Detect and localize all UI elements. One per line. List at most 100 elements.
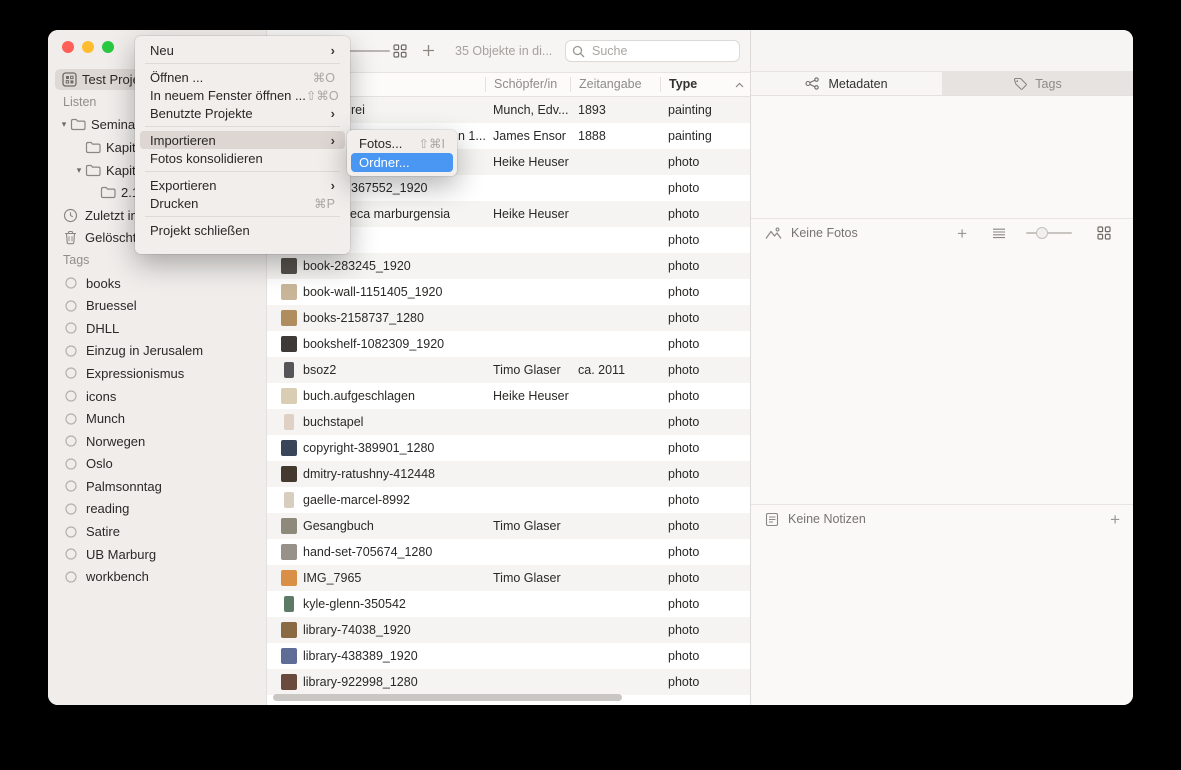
type-cell: photo: [660, 675, 750, 689]
menu-item-neu[interactable]: Neu›: [140, 41, 345, 59]
name-cell: gaelle-marcel-8992: [267, 492, 485, 508]
thumbnail: [284, 362, 294, 378]
type-cell: photo: [660, 493, 750, 507]
sidebar-tag-munch[interactable]: Munch: [48, 407, 266, 430]
thumbnail: [281, 674, 297, 690]
menu-item-projekt-schlie-en[interactable]: Projekt schließen: [140, 221, 345, 239]
disclosure-triangle-icon[interactable]: ▾: [73, 165, 85, 176]
table-row-books-2158737-1280[interactable]: books-2158737_1280photo: [267, 305, 750, 331]
menu-item-fotos-konsolidieren[interactable]: Fotos konsolidieren: [140, 149, 345, 167]
close-button[interactable]: [62, 41, 74, 53]
table-row-bsoz2[interactable]: bsoz2Timo Glaserca. 2011photo: [267, 357, 750, 383]
table-row-book-283245-1920[interactable]: book-283245_1920photo: [267, 253, 750, 279]
creator-cell: Heike Heuser: [485, 155, 570, 169]
sidebar-tag-icons[interactable]: icons: [48, 385, 266, 408]
object-name: kyle-glenn-350542: [303, 597, 406, 611]
table-row-dmitry-ratushny-412448[interactable]: dmitry-ratushny-412448photo: [267, 461, 750, 487]
menu-item-drucken[interactable]: Drucken⌘P: [140, 194, 345, 212]
slider-knob[interactable]: [1036, 227, 1048, 239]
table-row-hand-set-705674-1280[interactable]: hand-set-705674_1280photo: [267, 539, 750, 565]
desktop: { "colors":{"accent_blue":"#4A97F3","men…: [0, 0, 1181, 770]
object-name: bsoz2: [303, 363, 336, 377]
menu-item-importieren[interactable]: Importieren›: [140, 131, 345, 149]
grid-view-small-icon[interactable]: [1097, 226, 1111, 240]
sidebar-tag-palmsonntag[interactable]: Palmsonntag: [48, 475, 266, 498]
sidebar-tag-label: Oslo: [86, 456, 113, 471]
thumbnail: [281, 258, 297, 274]
tab-tags[interactable]: Tags: [942, 72, 1133, 95]
search-field[interactable]: [565, 40, 740, 62]
sidebar-tag-norwegen[interactable]: Norwegen: [48, 430, 266, 453]
tag-circle-icon: [65, 322, 77, 334]
table-row-library-74038-1920[interactable]: library-74038_1920photo: [267, 617, 750, 643]
date-cell: 1888: [570, 129, 660, 143]
thumbnail-size-slider[interactable]: [1026, 232, 1072, 234]
object-name: library-74038_1920: [303, 623, 411, 637]
add-note-button[interactable]: +: [1110, 511, 1120, 528]
menu-item-label: Neu: [150, 43, 331, 58]
date-cell: 1893: [570, 103, 660, 117]
table-row-bookshelf-1082309-1920[interactable]: bookshelf-1082309_1920photo: [267, 331, 750, 357]
add-photo-button[interactable]: +: [957, 225, 967, 242]
submenu-item-fotos[interactable]: Fotos...⇧⌘I: [351, 134, 453, 153]
object-name: n 1...: [458, 129, 485, 143]
menu-item-exportieren[interactable]: Exportieren›: [140, 176, 345, 194]
sidebar-tag-workbench[interactable]: workbench: [48, 565, 266, 588]
type-cell: photo: [660, 337, 750, 351]
table-row-gesangbuch[interactable]: GesangbuchTimo Glaserphoto: [267, 513, 750, 539]
tag-circle-icon: [65, 390, 77, 402]
sidebar-tag-ub-marburg[interactable]: UB Marburg: [48, 543, 266, 566]
sidebar-tag-expressionismus[interactable]: Expressionismus: [48, 362, 266, 385]
type-cell: photo: [660, 233, 750, 247]
zoom-button[interactable]: [102, 41, 114, 53]
sidebar-tag-label: workbench: [86, 569, 149, 584]
search-input[interactable]: [590, 43, 733, 59]
object-name: IMG_7965: [303, 571, 361, 585]
column-header-type[interactable]: Type: [660, 77, 750, 92]
horizontal-scrollbar[interactable]: [273, 694, 622, 701]
tab-metadaten[interactable]: Metadaten: [751, 72, 942, 95]
sidebar-tag-satire[interactable]: Satire: [48, 520, 266, 543]
sidebar-tag-reading[interactable]: reading: [48, 498, 266, 521]
grid-view-icon[interactable]: [393, 44, 407, 58]
column-header-date[interactable]: Zeitangabe: [570, 77, 660, 92]
table-row-kyle-glenn-350542[interactable]: kyle-glenn-350542photo: [267, 591, 750, 617]
notes-empty-label: Keine Notizen: [788, 512, 866, 526]
object-name: Gesangbuch: [303, 519, 374, 533]
type-cell: photo: [660, 363, 750, 377]
name-cell: hand-set-705674_1280: [267, 544, 485, 560]
menu-separator: [145, 126, 340, 127]
sidebar-tag-einzug-in-jerusalem[interactable]: Einzug in Jerusalem: [48, 340, 266, 363]
table-row-buchstapel[interactable]: buchstapelphoto: [267, 409, 750, 435]
table-row-buch-aufgeschlagen[interactable]: buch.aufgeschlagenHeike Heuserphoto: [267, 383, 750, 409]
menu-item-shortcut: ⇧⌘O: [306, 88, 339, 103]
list-view-icon[interactable]: [992, 228, 1006, 239]
thumbnail: [281, 336, 297, 352]
table-row-book-wall-1151405-1920[interactable]: book-wall-1151405_1920photo: [267, 279, 750, 305]
menu-item-benutzte-projekte[interactable]: Benutzte Projekte›: [140, 104, 345, 122]
add-object-button[interactable]: [422, 44, 435, 57]
thumbnail: [281, 570, 297, 586]
tag-circle-icon: [65, 300, 77, 312]
sidebar-tag-oslo[interactable]: Oslo: [48, 453, 266, 476]
table-row-gaelle-marcel-8992[interactable]: gaelle-marcel-8992 photo: [267, 487, 750, 513]
sidebar-tag-bruessel[interactable]: Bruessel: [48, 294, 266, 317]
menu-item-ffnen[interactable]: Öffnen ...⌘O: [140, 68, 345, 86]
object-name: rei: [351, 103, 365, 117]
minimize-button[interactable]: [82, 41, 94, 53]
menu-item-in-neuem-fenster-ffnen[interactable]: In neuem Fenster öffnen ...⇧⌘O: [140, 86, 345, 104]
sidebar-tag-dhll[interactable]: DHLL: [48, 317, 266, 340]
object-name: hand-set-705674_1280: [303, 545, 432, 559]
object-name: library-438389_1920: [303, 649, 418, 663]
disclosure-triangle-icon[interactable]: ▾: [58, 119, 70, 130]
thumbnail: [281, 466, 297, 482]
column-header-creator[interactable]: Schöpfer/in: [485, 77, 570, 92]
table-row-img-7965[interactable]: IMG_7965Timo Glaserphoto: [267, 565, 750, 591]
submenu-item-ordner[interactable]: Ordner...: [351, 153, 453, 172]
table-row-copyright-389901-1280[interactable]: copyright-389901_1280photo: [267, 435, 750, 461]
inspector-toolbar-strip: [751, 30, 1133, 72]
table-row-library-922998-1280[interactable]: library-922998_1280photo: [267, 669, 750, 695]
sort-ascending-icon: [735, 82, 744, 88]
table-row-library-438389-1920[interactable]: library-438389_1920photo: [267, 643, 750, 669]
sidebar-tag-books[interactable]: books: [48, 272, 266, 295]
